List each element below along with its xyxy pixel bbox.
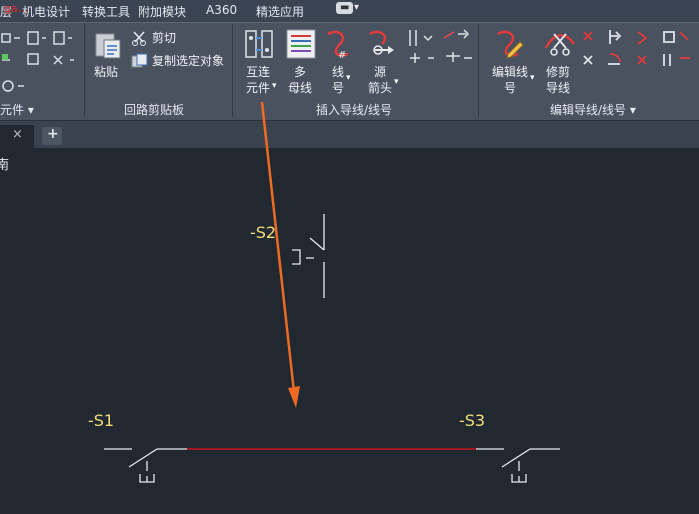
switch-s2-symbol[interactable] (292, 214, 325, 298)
schematic-drawing (104, 101, 560, 483)
component-tag-s2[interactable]: -S2 (250, 223, 276, 242)
component-tag-s1[interactable]: -S1 (88, 411, 114, 430)
switch-s3-symbol[interactable] (476, 448, 560, 483)
component-tag-s3[interactable]: -S3 (459, 411, 485, 430)
orange-arrowhead (288, 386, 300, 408)
switch-s1-symbol[interactable] (104, 448, 187, 483)
orange-annotation-arrow (260, 101, 296, 393)
